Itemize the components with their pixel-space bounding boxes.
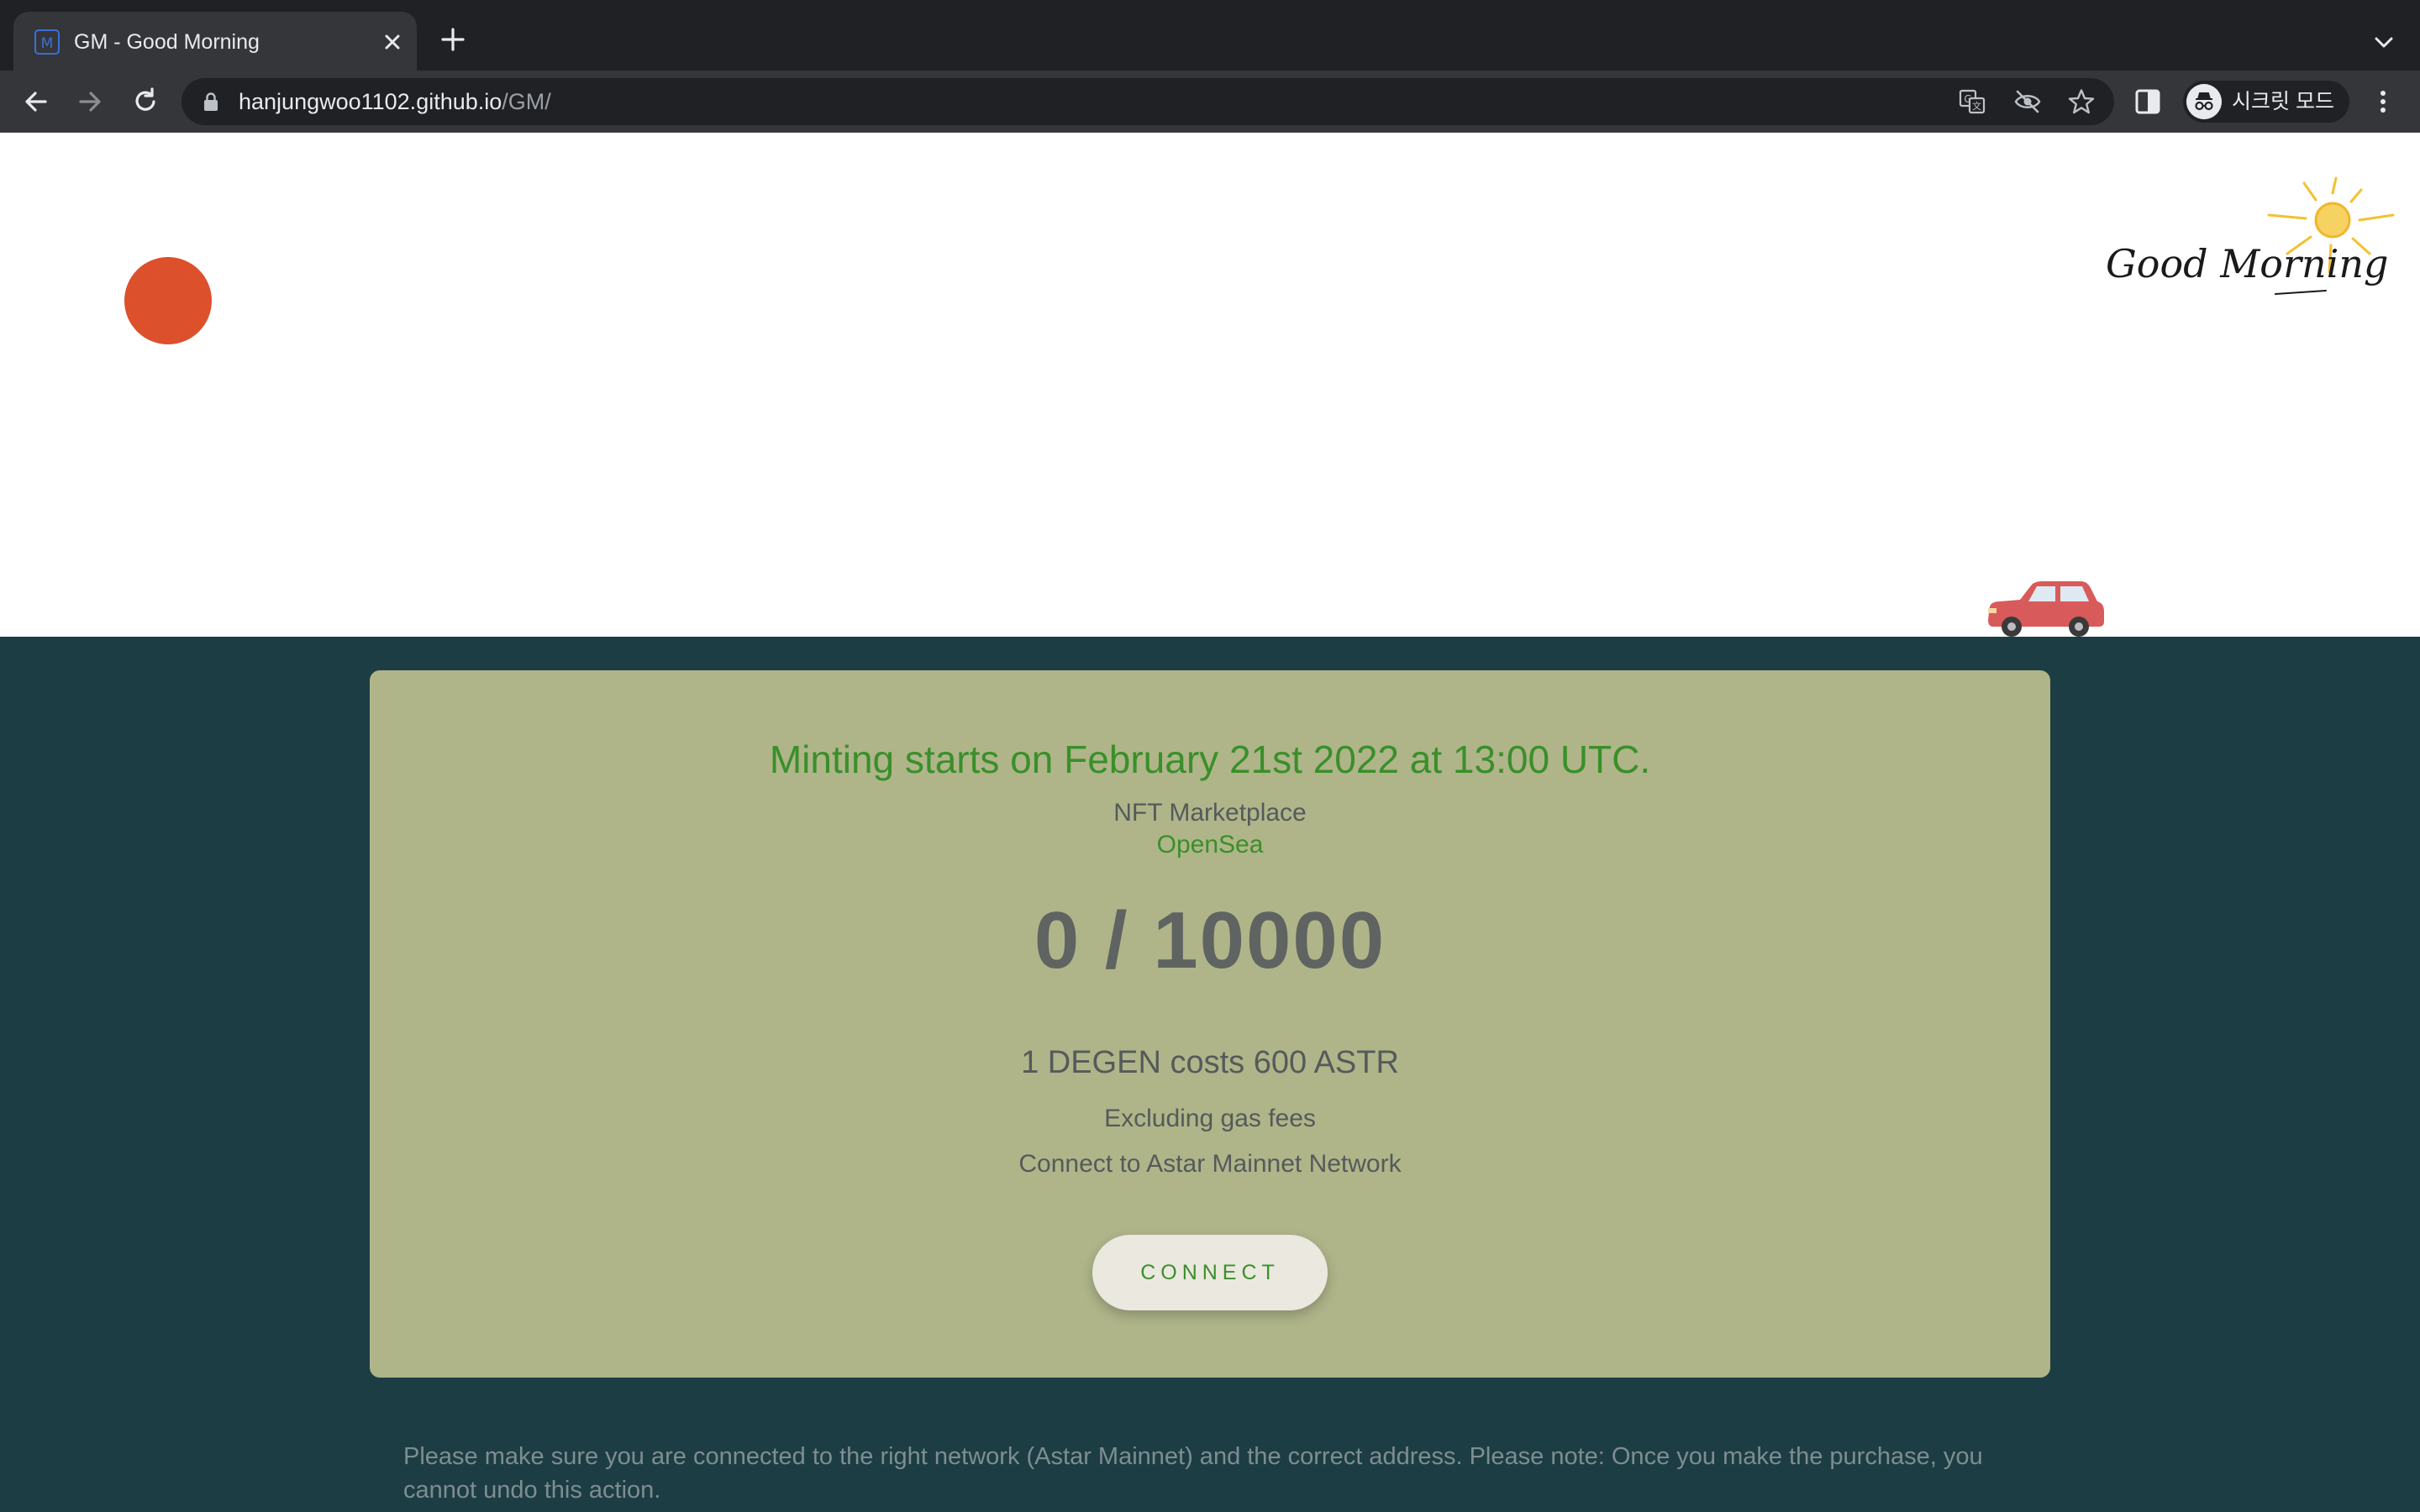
incognito-icon xyxy=(2186,84,2222,119)
svg-text:文: 文 xyxy=(1972,100,1981,112)
kebab-menu-icon[interactable] xyxy=(2368,87,2398,117)
url-text[interactable]: hanjungwoo1102.github.io/GM/ xyxy=(239,87,551,116)
tab-strip: M GM - Good Morning xyxy=(0,0,2420,71)
gas-fee-note: Excluding gas fees xyxy=(1104,1105,1316,1132)
url-path: /GM/ xyxy=(502,89,551,114)
star-icon[interactable] xyxy=(2067,87,2096,116)
lock-icon[interactable] xyxy=(202,92,220,112)
reload-icon[interactable] xyxy=(128,84,163,119)
url-host: hanjungwoo1102.github.io xyxy=(239,89,502,114)
red-ball xyxy=(124,257,212,344)
svg-text:M: M xyxy=(41,35,54,52)
mint-price: 1 DEGEN costs 600 ASTR xyxy=(1021,1045,1399,1080)
translate-icon[interactable]: G 文 xyxy=(1958,87,1986,116)
incognito-profile-chip[interactable]: 시크릿 모드 xyxy=(2183,81,2349,123)
minted-count: 0 / 10000 xyxy=(1034,895,1386,985)
mint-start-headline: Minting starts on February 21st 2022 at … xyxy=(769,738,1651,781)
network-note: Connect to Astar Mainnet Network xyxy=(1018,1150,1402,1178)
new-tab-plus-icon[interactable] xyxy=(439,25,467,54)
marketplace-label: NFT Marketplace xyxy=(1113,799,1307,827)
side-panel-icon[interactable] xyxy=(2133,87,2163,117)
gm-favicon-icon: M xyxy=(34,29,60,55)
red-car-icon xyxy=(1988,581,2104,637)
good-morning-script: Good Morning xyxy=(2106,241,2388,286)
back-arrow-icon[interactable] xyxy=(18,84,54,119)
browser-toolbar: hanjungwoo1102.github.io/GM/ G 文 시크릿 모드 xyxy=(0,71,2420,133)
browser-tab[interactable]: M GM - Good Morning xyxy=(13,12,417,71)
close-icon[interactable] xyxy=(378,28,407,56)
eye-off-icon[interactable] xyxy=(2013,87,2042,116)
incognito-label: 시크릿 모드 xyxy=(2232,90,2334,113)
opensea-link[interactable]: OpenSea xyxy=(370,828,2050,862)
good-morning-sun-art: Good Morning xyxy=(2106,176,2395,295)
purchase-warning-note: Please make sure you are connected to th… xyxy=(403,1443,1983,1504)
tab-search-chevron-icon[interactable] xyxy=(2370,29,2398,57)
mint-card: Minting starts on February 21st 2022 at … xyxy=(370,670,2050,1378)
address-bar[interactable]: hanjungwoo1102.github.io/GM/ G 文 xyxy=(182,78,2114,125)
tab-title: GM - Good Morning xyxy=(74,30,260,54)
hero-animation-area: Good Morning xyxy=(0,133,2420,637)
forward-arrow-icon[interactable] xyxy=(72,84,108,119)
connect-button[interactable]: CONNECT xyxy=(1092,1235,1328,1310)
